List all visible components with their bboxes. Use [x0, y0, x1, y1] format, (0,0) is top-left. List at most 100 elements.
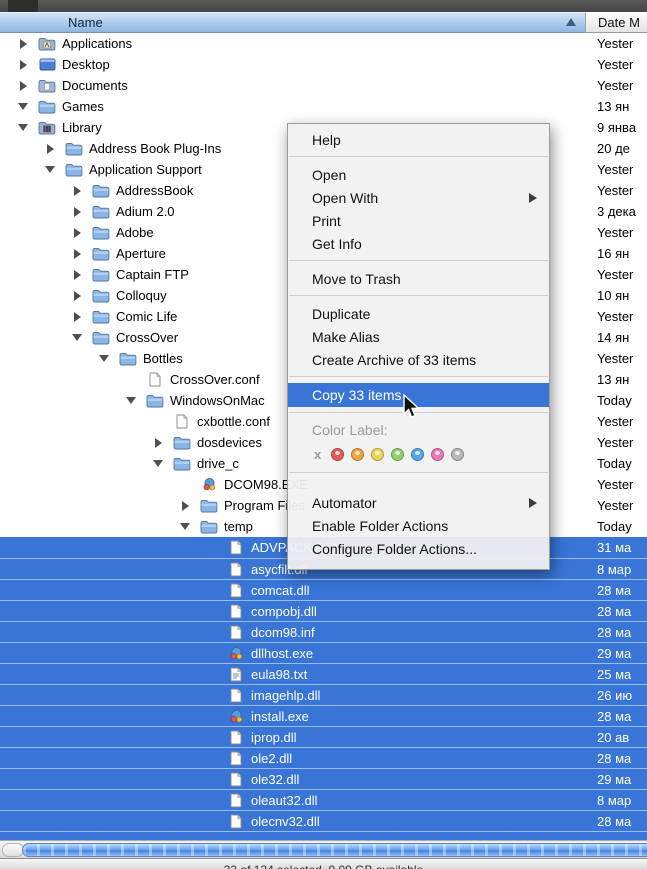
disclosure-open-icon[interactable] — [64, 334, 90, 341]
file-name: compobj.dll — [251, 604, 317, 619]
date-modified: Yester — [597, 159, 647, 180]
document-icon — [225, 814, 247, 829]
scrollbar-thumb[interactable] — [22, 843, 647, 857]
disclosure-open-icon[interactable] — [10, 124, 36, 131]
disclosure-open-icon[interactable] — [118, 397, 144, 404]
file-name: WindowsOnMac — [170, 393, 265, 408]
disclosure-closed-icon[interactable] — [64, 249, 90, 259]
disclosure-closed-icon[interactable] — [64, 207, 90, 217]
date-modified: Today — [597, 390, 647, 411]
column-header-name[interactable]: Name — [0, 12, 585, 33]
menu-item-print[interactable]: Print — [288, 209, 549, 232]
executable-icon — [225, 646, 247, 661]
tree-row-imagehlp-dll[interactable]: imagehlp.dll26 ию — [0, 684, 647, 705]
tree-row-oleaut32-dll[interactable]: oleaut32.dll 8 мар — [0, 789, 647, 810]
date-modified: 28 ма — [597, 580, 647, 601]
color-label-dot-1[interactable] — [351, 448, 364, 461]
folder-icon — [90, 226, 112, 240]
tree-row-documents[interactable]: DocumentsYester — [0, 75, 647, 96]
sort-ascending-icon — [566, 18, 576, 26]
tree-row-desktop[interactable]: DesktopYester — [0, 54, 647, 75]
date-modified: 9 янва — [597, 117, 647, 138]
folder-icon — [171, 457, 193, 471]
folder-icon — [144, 394, 166, 408]
menu-item-make-alias[interactable]: Make Alias — [288, 325, 549, 348]
tree-row-dcom98-inf[interactable]: dcom98.inf28 ма — [0, 621, 647, 642]
list-column-headers: Name Date M — [0, 12, 647, 33]
date-modified: Today — [597, 516, 647, 537]
color-label-clear-icon[interactable]: x — [314, 447, 321, 462]
folder-icon — [90, 247, 112, 261]
date-modified: 16 ян — [597, 243, 647, 264]
color-label-dot-3[interactable] — [391, 448, 404, 461]
menu-item-duplicate[interactable]: Duplicate — [288, 302, 549, 325]
menu-item-copy-33-items[interactable]: Copy 33 items — [288, 383, 549, 407]
menu-item-move-to-trash[interactable]: Move to Trash — [288, 267, 549, 290]
color-label-dot-5[interactable] — [431, 448, 444, 461]
menu-separator — [289, 472, 548, 473]
tree-row-applications[interactable]: ApplicationsYester — [0, 33, 647, 54]
disclosure-closed-icon[interactable] — [64, 228, 90, 238]
date-modified: Yester — [597, 306, 647, 327]
tree-row-eula98-txt[interactable]: eula98.txt25 ма — [0, 663, 647, 684]
color-label-dot-6[interactable] — [451, 448, 464, 461]
disclosure-open-icon[interactable] — [37, 166, 63, 173]
tree-row-ole32-dll[interactable]: ole32.dll29 ма — [0, 768, 647, 789]
menu-item-enable-folder-actions[interactable]: Enable Folder Actions — [288, 514, 549, 537]
tree-row-ole2-dll[interactable]: ole2.dll28 ма — [0, 747, 647, 768]
disclosure-open-icon[interactable] — [91, 355, 117, 362]
column-header-date-modified[interactable]: Date M — [585, 12, 647, 33]
color-label-dot-0[interactable] — [331, 448, 344, 461]
disclosure-open-icon[interactable] — [145, 460, 171, 467]
disclosure-closed-icon[interactable] — [64, 291, 90, 301]
horizontal-scrollbar[interactable] — [0, 840, 647, 858]
disclosure-open-icon[interactable] — [172, 523, 198, 530]
tree-row-comcat-dll[interactable]: comcat.dll 28 ма — [0, 579, 647, 600]
disclosure-open-icon[interactable] — [10, 103, 36, 110]
color-label-dot-2[interactable] — [371, 448, 384, 461]
partial-selected-row[interactable] — [0, 831, 647, 840]
tree-row-dllhost-exe[interactable]: dllhost.exe29 ма — [0, 642, 647, 663]
file-name: comcat.dll — [251, 583, 310, 598]
menu-separator — [289, 376, 548, 377]
date-modified: 8 мар — [597, 559, 647, 580]
scrollbar-track[interactable] — [2, 843, 24, 857]
date-modified: Yester — [597, 75, 647, 96]
disclosure-closed-icon[interactable] — [64, 312, 90, 322]
tree-row-install-exe[interactable]: install.exe28 ма — [0, 705, 647, 726]
color-label-dot-4[interactable] — [411, 448, 424, 461]
menu-item-create-archive-of-33-items[interactable]: Create Archive of 33 items — [288, 348, 549, 371]
disclosure-closed-icon[interactable] — [64, 186, 90, 196]
menu-item-help[interactable]: Help — [288, 128, 549, 151]
disclosure-closed-icon[interactable] — [145, 438, 171, 448]
menu-item-automator[interactable]: Automator — [288, 491, 549, 514]
date-modified: Yester — [597, 180, 647, 201]
date-modified: 28 ма — [597, 601, 647, 622]
menu-item-configure-folder-actions[interactable]: Configure Folder Actions... — [288, 537, 549, 560]
file-name: cxbottle.conf — [197, 414, 270, 429]
disclosure-closed-icon[interactable] — [64, 270, 90, 280]
menu-item-open-with[interactable]: Open With — [288, 186, 549, 209]
disclosure-closed-icon[interactable] — [10, 60, 36, 70]
file-name: Comic Life — [116, 309, 177, 324]
disclosure-closed-icon[interactable] — [10, 81, 36, 91]
date-modified: 28 ма — [597, 748, 647, 769]
disclosure-closed-icon[interactable] — [10, 39, 36, 49]
date-modified: 13 ян — [597, 369, 647, 390]
menu-item-get-info[interactable]: Get Info — [288, 232, 549, 255]
file-name: oleaut32.dll — [251, 793, 318, 808]
menu-item-open[interactable]: Open — [288, 163, 549, 186]
file-name: drive_c — [197, 456, 239, 471]
tree-row-iprop-dll[interactable]: iprop.dll20 ав — [0, 726, 647, 747]
file-name: Desktop — [62, 57, 110, 72]
tree-row-games[interactable]: Games13 ян — [0, 96, 647, 117]
date-modified: 8 мар — [597, 790, 647, 811]
disclosure-closed-icon[interactable] — [172, 501, 198, 511]
disclosure-closed-icon[interactable] — [37, 144, 63, 154]
date-modified: Yester — [597, 411, 647, 432]
document-icon — [225, 583, 247, 598]
tree-row-compobj-dll[interactable]: compobj.dll 28 ма — [0, 600, 647, 621]
document-icon — [225, 730, 247, 745]
tree-row-olecnv32-dll[interactable]: olecnv32.dll28 ма — [0, 810, 647, 831]
applications-folder-icon — [36, 37, 58, 51]
